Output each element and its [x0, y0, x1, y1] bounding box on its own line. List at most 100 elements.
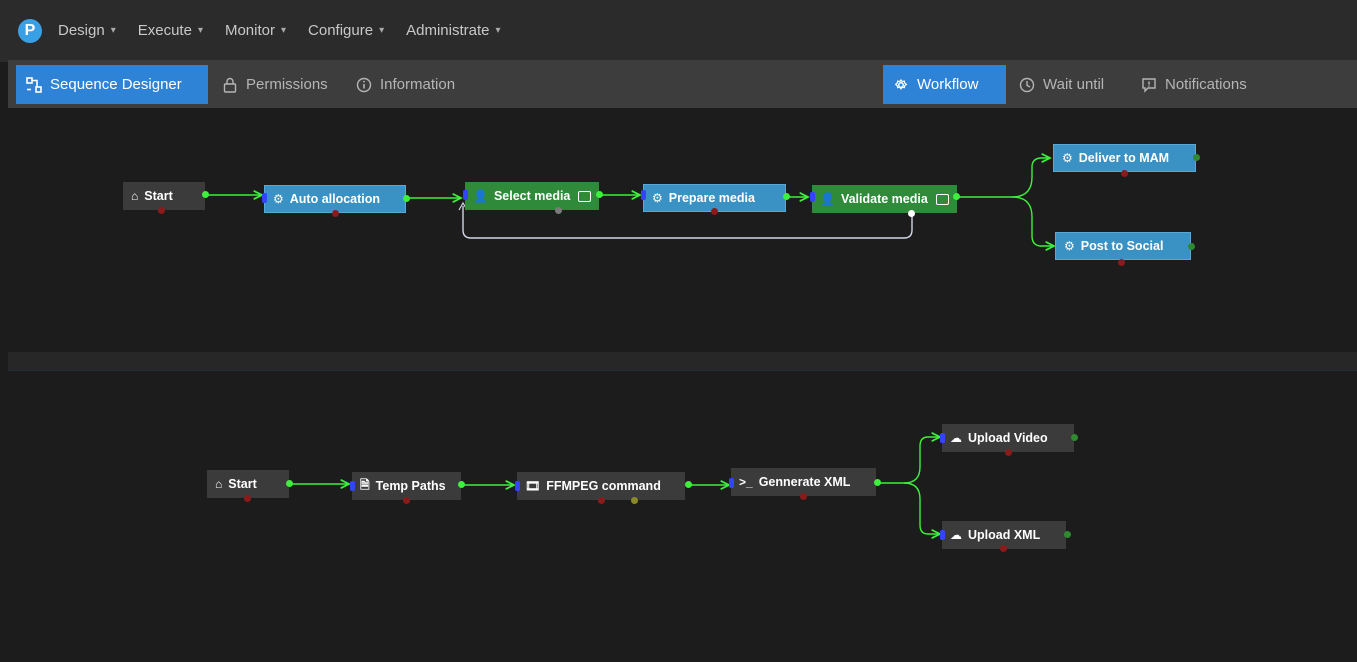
input-port[interactable] [463, 190, 468, 200]
output-port[interactable] [1064, 531, 1071, 538]
chevron-down-icon: ▾ [197, 25, 203, 36]
sequence-icon [26, 76, 42, 93]
home-icon: ⌂ [131, 189, 139, 203]
node-generate-xml[interactable]: >_ Gennerate XML [731, 468, 876, 496]
node-select-media-label: Select media [493, 189, 571, 203]
tab-permissions-label: Permissions [246, 76, 328, 93]
tab-information[interactable]: Information [346, 65, 470, 104]
input-port[interactable] [515, 481, 520, 491]
output-port[interactable] [685, 481, 692, 488]
tab-sequence-designer-label: Sequence Designer [50, 76, 182, 93]
terminal-icon: >_ [739, 475, 753, 489]
gear-icon: ⚙ [1064, 239, 1075, 253]
tab-wait-until[interactable]: Wait until [1009, 65, 1131, 104]
error-port[interactable] [403, 497, 410, 504]
node-temp-paths[interactable]: 🗎 Temp Paths [352, 472, 461, 500]
cloud-upload-icon: ☁ [950, 528, 962, 542]
menu-design[interactable]: Design ▾ [58, 22, 116, 39]
home-icon: ⌂ [215, 477, 223, 491]
error-port[interactable] [1121, 170, 1128, 177]
tab-notifications[interactable]: Notifications [1131, 65, 1281, 104]
loop-port[interactable] [908, 210, 915, 217]
comment-icon [578, 190, 591, 202]
gear-icon: ⚙ [273, 192, 284, 206]
input-port[interactable] [729, 478, 734, 488]
menu-configure-label: Configure [308, 22, 374, 39]
error-port[interactable] [711, 208, 718, 215]
menu-administrate[interactable]: Administrate ▾ [406, 22, 500, 39]
lock-icon [223, 77, 237, 93]
output-port[interactable] [286, 480, 293, 487]
node-prepare-media-label: Prepare media [668, 191, 755, 205]
node-deliver-to-mam[interactable]: ⚙ Deliver to MAM [1053, 144, 1196, 172]
menu-configure[interactable]: Configure ▾ [308, 22, 384, 39]
input-port[interactable] [810, 192, 815, 202]
output-port[interactable] [783, 193, 790, 200]
tab-permissions[interactable]: Permissions [212, 65, 346, 104]
workflow-canvas-2[interactable] [8, 371, 1357, 662]
menu-administrate-label: Administrate [406, 22, 490, 39]
output-port[interactable] [1071, 434, 1078, 441]
chevron-down-icon: ▾ [110, 25, 116, 36]
node-post-to-social-label: Post to Social [1080, 239, 1164, 253]
comment-icon [936, 193, 949, 205]
node-post-to-social[interactable]: ⚙ Post to Social [1055, 232, 1191, 260]
output-port[interactable] [953, 193, 960, 200]
node-validate-media-label: Validate media [840, 192, 928, 206]
node-start-2[interactable]: ⌂ Start [207, 470, 289, 498]
tab-sequence-designer[interactable]: Sequence Designer [16, 65, 208, 104]
node-upload-video[interactable]: ☁ Upload Video [942, 424, 1074, 452]
cloud-upload-icon: ☁ [950, 431, 962, 445]
output-port[interactable] [1193, 154, 1200, 161]
chevron-down-icon: ▾ [379, 25, 385, 36]
menu-execute[interactable]: Execute ▾ [138, 22, 203, 39]
warning-port[interactable] [631, 497, 638, 504]
output-port[interactable] [403, 195, 410, 202]
error-port[interactable] [244, 495, 251, 502]
output-port[interactable] [1188, 243, 1195, 250]
gear-icon: ⚙ [1062, 151, 1073, 165]
designer-toolbar: Sequence Designer Permissions Informatio… [8, 60, 1357, 108]
menu-execute-label: Execute [137, 22, 192, 39]
gear-icon [894, 78, 908, 90]
input-port[interactable] [641, 190, 646, 200]
node-ffmpeg-command[interactable]: 🎞 FFMPEG command [517, 472, 685, 500]
top-nav-bar: P Design ▾ Execute ▾ Monitor ▾ Configure ▾ A… [0, 0, 1357, 62]
node-start-2-label: Start [228, 477, 257, 491]
node-auto-allocation-label: Auto allocation [289, 192, 381, 206]
error-port[interactable] [1005, 449, 1012, 456]
node-auto-allocation[interactable]: ⚙ Auto allocation [264, 185, 406, 213]
menu-monitor[interactable]: Monitor ▾ [225, 22, 286, 39]
node-deliver-to-mam-label: Deliver to MAM [1078, 151, 1170, 165]
error-port[interactable] [158, 207, 165, 214]
input-port[interactable] [940, 433, 945, 443]
output-port[interactable] [596, 191, 603, 198]
input-port[interactable] [350, 481, 355, 491]
error-port[interactable] [800, 493, 807, 500]
node-generate-xml-label: Gennerate XML [758, 475, 851, 489]
main-menu: Design ▾ Execute ▾ Monitor ▾ Configure ▾ Adm… [58, 22, 501, 39]
node-start-1-label: Start [144, 189, 173, 203]
app-logo[interactable]: P [18, 19, 42, 43]
error-port[interactable] [332, 210, 339, 217]
user-icon: 👤 [820, 192, 835, 206]
error-port[interactable] [1118, 259, 1125, 266]
tab-notifications-label: Notifications [1165, 76, 1247, 93]
chevron-down-icon: ▾ [281, 25, 287, 36]
node-select-media[interactable]: 👤 Select media [465, 182, 599, 210]
error-port[interactable] [1000, 545, 1007, 552]
gear-icon: ⚙ [652, 191, 663, 205]
error-port[interactable] [598, 497, 605, 504]
output-port[interactable] [874, 479, 881, 486]
loop-port[interactable] [555, 207, 562, 214]
node-validate-media[interactable]: 👤 Validate media [812, 185, 957, 213]
node-upload-xml-label: Upload XML [968, 528, 1041, 542]
menu-design-label: Design [58, 22, 105, 39]
input-port[interactable] [262, 193, 267, 203]
output-port[interactable] [458, 481, 465, 488]
tab-workflow[interactable]: Workflow [883, 65, 1006, 104]
node-start-1[interactable]: ⌂ Start [123, 182, 205, 210]
input-port[interactable] [940, 530, 945, 540]
output-port[interactable] [202, 191, 209, 198]
panel-divider[interactable] [8, 352, 1357, 371]
